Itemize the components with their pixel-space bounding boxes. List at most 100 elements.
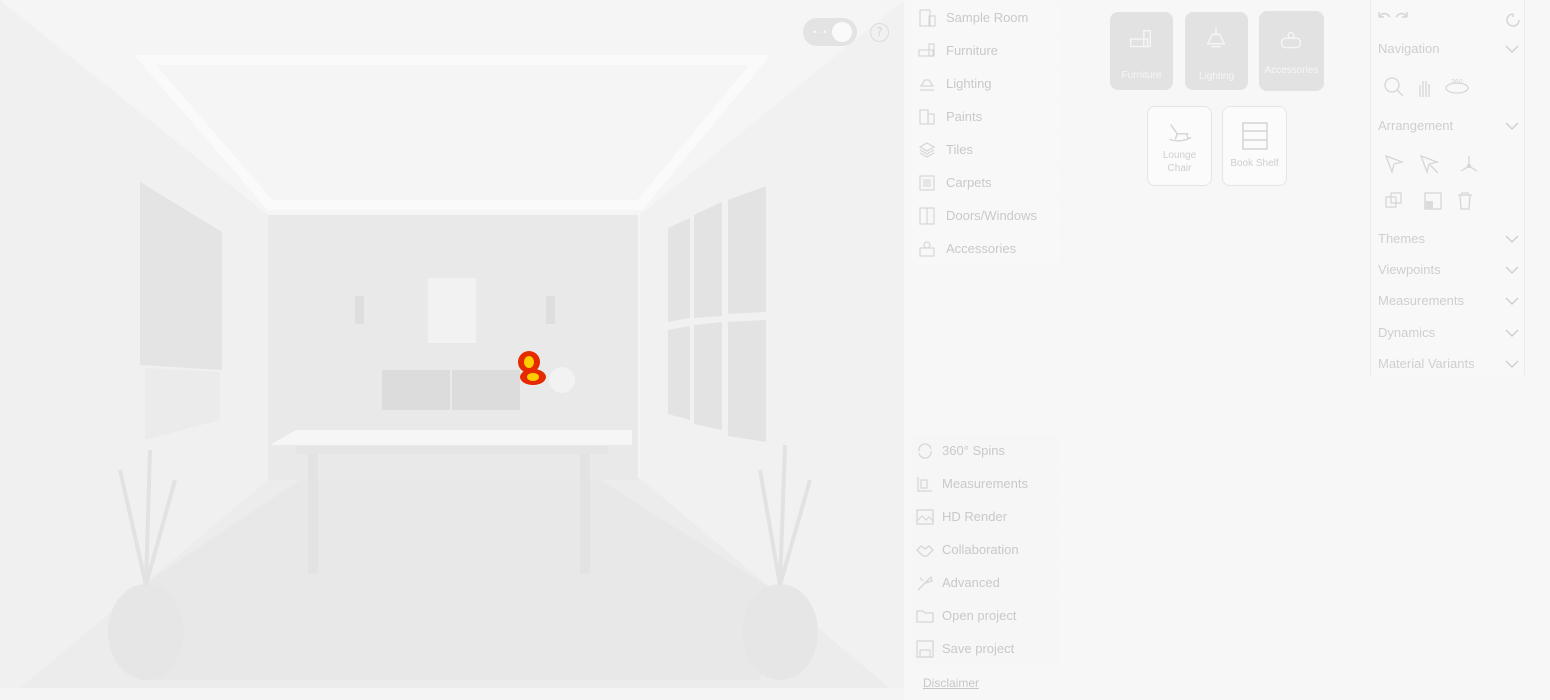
tool-hd-render[interactable]: HD Render bbox=[912, 501, 1060, 532]
move-arrow-icon[interactable] bbox=[1418, 153, 1440, 175]
desk-leg-right bbox=[580, 454, 590, 574]
plant-pot-left bbox=[108, 584, 184, 680]
tool-open-project[interactable]: Open project bbox=[912, 600, 1060, 631]
tile-lighting[interactable]: Lighting bbox=[1185, 12, 1248, 90]
tool-collaboration[interactable]: Collaboration bbox=[912, 534, 1060, 565]
chevron-down-icon[interactable] bbox=[1505, 235, 1519, 244]
category-sample-room[interactable]: Sample Room bbox=[912, 2, 1060, 33]
tool-advanced[interactable]: Advanced bbox=[912, 567, 1060, 598]
item-book-shelf[interactable]: Book Shelf bbox=[1222, 106, 1287, 186]
tool-label: Collaboration bbox=[942, 542, 1019, 557]
desk-leg-left bbox=[308, 454, 318, 574]
furniture-icon bbox=[1130, 29, 1152, 48]
chevron-down-icon[interactable] bbox=[1505, 45, 1519, 54]
help-button[interactable]: ? bbox=[870, 23, 889, 42]
tile-label: Book Shelf bbox=[1230, 158, 1279, 169]
chevron-down-icon[interactable] bbox=[1505, 266, 1519, 275]
select-arrow-icon[interactable] bbox=[1383, 153, 1405, 175]
folder-icon bbox=[916, 609, 934, 623]
category-label: Accessories bbox=[946, 241, 1017, 256]
art-frame-3 bbox=[728, 186, 766, 314]
category-label: Paints bbox=[946, 109, 983, 124]
tile-label: Lighting bbox=[1198, 71, 1235, 82]
wall-sconce-right bbox=[546, 296, 555, 324]
plant-pot-right bbox=[742, 584, 818, 680]
pan-hand-icon[interactable] bbox=[1414, 77, 1436, 99]
tile-furniture[interactable]: Furniture bbox=[1110, 12, 1173, 90]
furniture-icon bbox=[918, 42, 935, 57]
section-navigation[interactable]: Navigation bbox=[1378, 41, 1439, 56]
tile-accessories[interactable]: Accessories bbox=[1259, 11, 1324, 91]
art-frame-4 bbox=[668, 326, 690, 420]
advanced-icon bbox=[917, 575, 933, 590]
category-label: Furniture bbox=[946, 43, 999, 58]
tiles-icon bbox=[918, 141, 936, 158]
category-furniture[interactable]: Furniture bbox=[912, 35, 1060, 66]
question-icon: ? bbox=[876, 25, 883, 39]
rocking-chair-icon bbox=[1169, 124, 1192, 142]
wall-sconce-left bbox=[355, 296, 364, 324]
axis-icon[interactable] bbox=[1458, 153, 1480, 175]
tool-label: HD Render bbox=[942, 509, 1008, 524]
theme-toggle[interactable]: •·• bbox=[803, 18, 857, 46]
zoom-icon[interactable] bbox=[1383, 76, 1405, 98]
rotate-360-icon[interactable]: 360 bbox=[1444, 76, 1470, 98]
tool-label: 360° Spins bbox=[942, 443, 1006, 458]
category-doors-windows[interactable]: Doors/Windows bbox=[912, 200, 1060, 231]
section-themes[interactable]: Themes bbox=[1378, 231, 1425, 246]
disclaimer-link[interactable]: Disclaimer bbox=[923, 676, 979, 690]
desk-top bbox=[270, 430, 632, 445]
lamp-icon bbox=[1206, 27, 1226, 48]
category-label: Doors/Windows bbox=[946, 208, 1038, 223]
desk-lamp bbox=[549, 367, 575, 393]
category-accessories[interactable]: Accessories bbox=[912, 233, 1060, 264]
trash-icon[interactable] bbox=[1454, 190, 1476, 212]
tool-list: 360° Spins Measurements HD Render Collab… bbox=[912, 435, 1060, 666]
art-frame-5 bbox=[694, 322, 722, 430]
tool-save-project[interactable]: Save project bbox=[912, 633, 1060, 664]
art-frame-6 bbox=[728, 320, 766, 442]
scale-icon[interactable] bbox=[1422, 190, 1444, 212]
section-arrangement[interactable]: Arrangement bbox=[1378, 118, 1453, 133]
chevron-down-icon[interactable] bbox=[1505, 360, 1519, 369]
tool-label: Open project bbox=[942, 608, 1017, 623]
tile-label: Furniture bbox=[1121, 70, 1162, 81]
tile-label: Lounge Chair bbox=[1162, 150, 1197, 174]
spin-icon bbox=[918, 442, 932, 459]
section-measurements[interactable]: Measurements bbox=[1378, 293, 1464, 308]
chevron-down-icon[interactable] bbox=[1505, 122, 1519, 131]
section-material-variants[interactable]: Material Variants bbox=[1378, 356, 1475, 371]
carpets-icon bbox=[919, 174, 935, 191]
section-dynamics[interactable]: Dynamics bbox=[1378, 325, 1435, 340]
section-viewpoints[interactable]: Viewpoints bbox=[1378, 262, 1441, 277]
reset-icon[interactable] bbox=[1504, 11, 1522, 29]
category-carpets[interactable]: Carpets bbox=[912, 167, 1060, 198]
undo-redo-icon[interactable] bbox=[1376, 8, 1410, 26]
category-lighting[interactable]: Lighting bbox=[912, 68, 1060, 99]
chevron-down-icon[interactable] bbox=[1505, 297, 1519, 306]
tool-label: Measurements bbox=[942, 476, 1028, 491]
moon-icon bbox=[832, 22, 852, 42]
tool-360-spins[interactable]: 360° Spins bbox=[912, 435, 1060, 466]
collaboration-icon bbox=[916, 544, 934, 557]
room-viewport[interactable]: •·• ? bbox=[0, 0, 904, 700]
ruler-icon bbox=[917, 476, 932, 492]
desk-apron bbox=[296, 446, 608, 454]
duplicate-icon[interactable] bbox=[1383, 190, 1405, 212]
category-label: Sample Room bbox=[946, 10, 1029, 25]
chevron-down-icon[interactable] bbox=[1505, 329, 1519, 338]
category-paints[interactable]: Paints bbox=[912, 101, 1060, 132]
rotate-360-label: 360 bbox=[1451, 79, 1463, 86]
bookshelf-icon bbox=[1242, 122, 1268, 150]
doors-windows-icon bbox=[919, 206, 935, 225]
category-label: Carpets bbox=[946, 175, 992, 190]
monitor-right bbox=[452, 370, 520, 410]
tool-label: Save project bbox=[942, 641, 1015, 656]
control-panel: Navigation 360 Arrangement Themes Viewpo… bbox=[1370, 0, 1525, 375]
sample-room-icon bbox=[919, 8, 936, 27]
tool-measurements[interactable]: Measurements bbox=[912, 468, 1060, 499]
room-render[interactable] bbox=[0, 0, 904, 700]
category-tiles[interactable]: Tiles bbox=[912, 134, 1060, 165]
paints-icon bbox=[919, 108, 935, 125]
item-lounge-chair[interactable]: Lounge Chair bbox=[1147, 106, 1212, 186]
